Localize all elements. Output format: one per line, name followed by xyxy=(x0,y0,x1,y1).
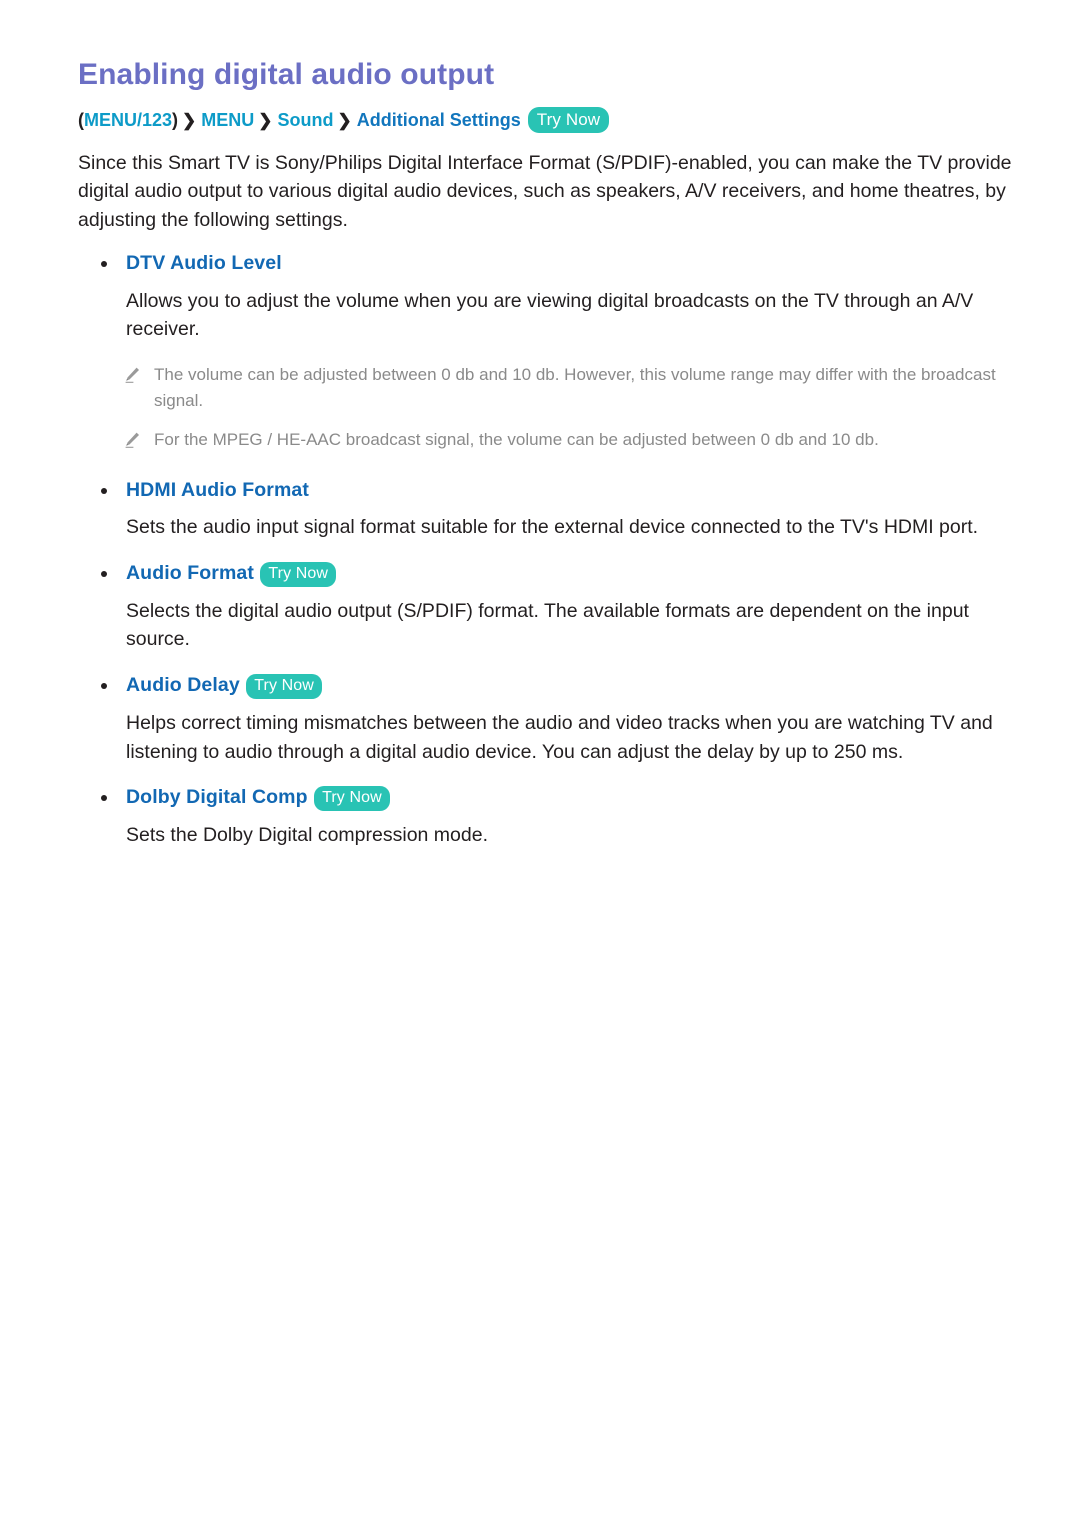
section-body-audio-delay: Helps correct timing mismatches between … xyxy=(126,711,993,763)
note-text: For the MPEG / HE-AAC broadcast signal, … xyxy=(154,430,879,450)
section-heading-label: DTV Audio Level xyxy=(126,252,282,275)
manual-page: Enabling digital audio output (MENU/123)… xyxy=(0,0,1080,1527)
section-body-dtv-audio-level: Allows you to adjust the volume when you… xyxy=(126,289,974,341)
bullet-dot-icon xyxy=(101,795,107,802)
section-heading-label: Audio Delay xyxy=(126,673,240,696)
section-heading-label: Audio Format xyxy=(126,561,254,584)
try-now-badge-dolby-digital-comp[interactable]: Try Now xyxy=(314,786,390,812)
chevron-right-icon: ❯ xyxy=(258,110,273,130)
section-heading-hdmi-audio-format: HDMI Audio Format xyxy=(78,477,1020,503)
section-heading-label: Dolby Digital Comp xyxy=(126,786,308,809)
section-heading-label: HDMI Audio Format xyxy=(126,478,309,501)
breadcrumb-item-additional-settings[interactable]: Additional Settings xyxy=(357,110,521,130)
chevron-right-icon: ❯ xyxy=(337,110,352,130)
pencil-icon xyxy=(122,365,142,385)
section-heading-audio-format: Audio Format Try Now xyxy=(78,560,1020,587)
bullet-dot-icon xyxy=(101,682,107,689)
breadcrumb-item-menu123[interactable]: MENU/123 xyxy=(84,110,172,130)
chevron-right-icon: ❯ xyxy=(182,110,197,130)
note-row: For the MPEG / HE-AAC broadcast signal, … xyxy=(78,427,1020,453)
breadcrumb-item-menu[interactable]: MENU xyxy=(201,110,254,130)
section-body-audio-format: Selects the digital audio output (S/PDIF… xyxy=(126,599,969,651)
section-body-hdmi-audio-format: Sets the audio input signal format suita… xyxy=(126,515,979,538)
try-now-badge-audio-format[interactable]: Try Now xyxy=(260,561,337,587)
page-title: Enabling digital audio output xyxy=(78,58,495,91)
bullet-dot-icon xyxy=(101,261,107,268)
section-heading-audio-delay: Audio Delay Try Now xyxy=(78,672,1020,699)
bullet-dot-icon xyxy=(101,570,107,577)
section-body-dolby-digital-comp: Sets the Dolby Digital compression mode. xyxy=(126,824,488,847)
try-now-badge-audio-delay[interactable]: Try Now xyxy=(246,673,322,699)
note-row: The volume can be adjusted between 0 db … xyxy=(78,362,1020,413)
intro-paragraph: Since this Smart TV is Sony/Philips Digi… xyxy=(78,151,1012,231)
breadcrumb: (MENU/123) ❯ MENU ❯ Sound ❯ Additional Setting… xyxy=(78,106,1020,133)
note-text: The volume can be adjusted between 0 db … xyxy=(154,365,996,410)
breadcrumb-item-sound[interactable]: Sound xyxy=(278,110,334,130)
section-heading-dolby-digital-comp: Dolby Digital Comp Try Now xyxy=(78,784,1020,812)
pencil-icon xyxy=(122,430,142,450)
bullet-dot-icon xyxy=(101,487,107,494)
section-heading-dtv-audio-level: DTV Audio Level xyxy=(78,250,1020,276)
try-now-badge-breadcrumb[interactable]: Try Now xyxy=(527,106,610,133)
